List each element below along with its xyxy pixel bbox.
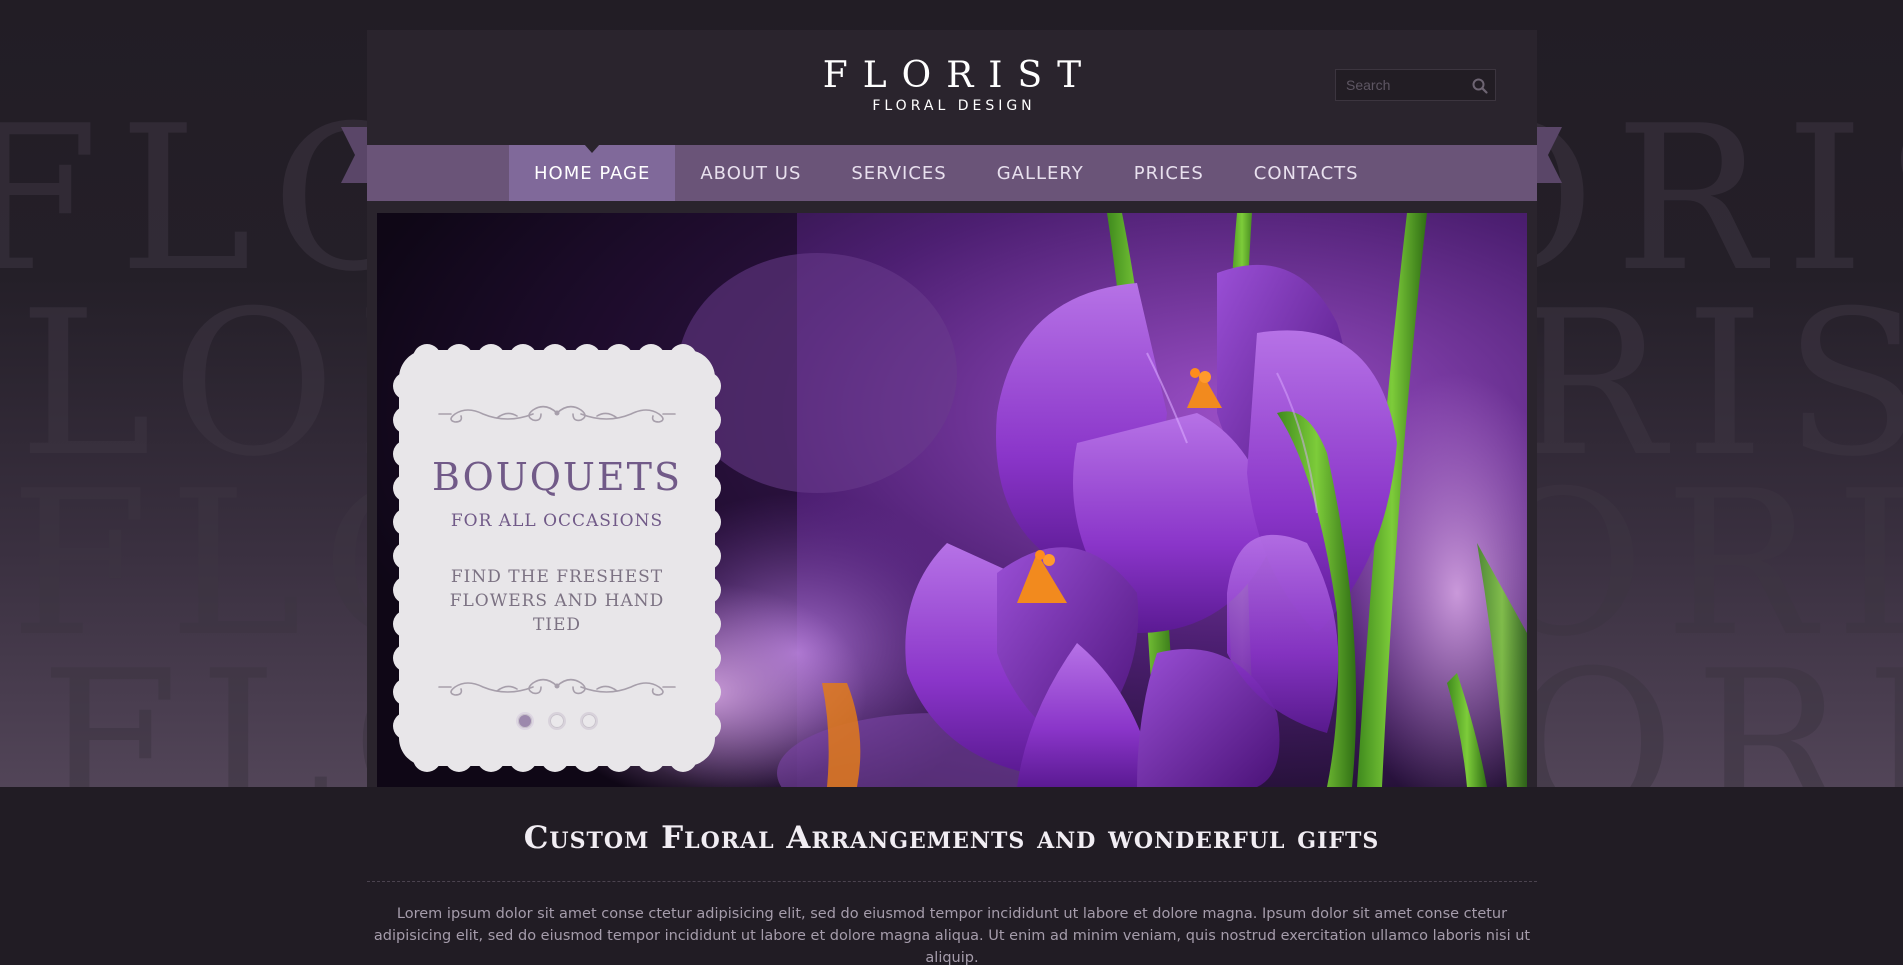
ribbon-end-icon [1534, 127, 1562, 183]
flourish-ornament-icon [438, 678, 676, 696]
nav-item-gallery[interactable]: GALLERY [972, 145, 1109, 201]
flourish-ornament-icon [438, 405, 676, 423]
scallop-edge [413, 344, 697, 358]
section-heading: Custom Floral Arrangements and wonderful… [523, 820, 1380, 856]
search-input[interactable] [1336, 70, 1461, 100]
intro-paragraph: Lorem ipsum dolor sit amet conse ctetur … [373, 906, 1531, 965]
slider-pagination [407, 712, 707, 730]
slide-text: FIND THE FRESHEST FLOWERS AND HAND TIED [449, 567, 665, 635]
slider-dot-3[interactable] [580, 712, 598, 730]
search-icon[interactable] [1471, 77, 1489, 95]
nav-item-prices[interactable]: PRICES [1109, 145, 1229, 201]
ribbon-end-icon [341, 127, 369, 183]
dashed-divider [367, 881, 1537, 882]
slider-dot-2[interactable] [548, 712, 566, 730]
nav-item-about-us[interactable]: ABOUT US [675, 145, 826, 201]
nav-item-contacts[interactable]: CONTACTS [1229, 145, 1384, 201]
nav-item-services[interactable]: SERVICES [826, 145, 971, 201]
scallop-edge [707, 372, 721, 740]
slide-title: BOUQUETS [431, 455, 683, 499]
slider-dot-1[interactable] [516, 712, 534, 730]
slide-subtitle: FOR ALL OCCASIONS [450, 511, 664, 531]
scallop-edge [413, 758, 697, 772]
main-nav: HOME PAGE ABOUT US SERVICES GALLERY PRIC… [367, 144, 1537, 201]
hero-slider: BOUQUETS FOR ALL OCCASIONS FIND THE FRES… [377, 213, 1527, 787]
search-box [1335, 69, 1496, 101]
nav-item-home-page[interactable]: HOME PAGE [509, 144, 676, 201]
slide-caption-card: BOUQUETS FOR ALL OCCASIONS FIND THE FRES… [393, 344, 721, 772]
page-container: FLORIST FLORAL DESIGN HOME PAGE ABOUT US… [367, 30, 1537, 787]
scallop-edge [393, 372, 407, 740]
